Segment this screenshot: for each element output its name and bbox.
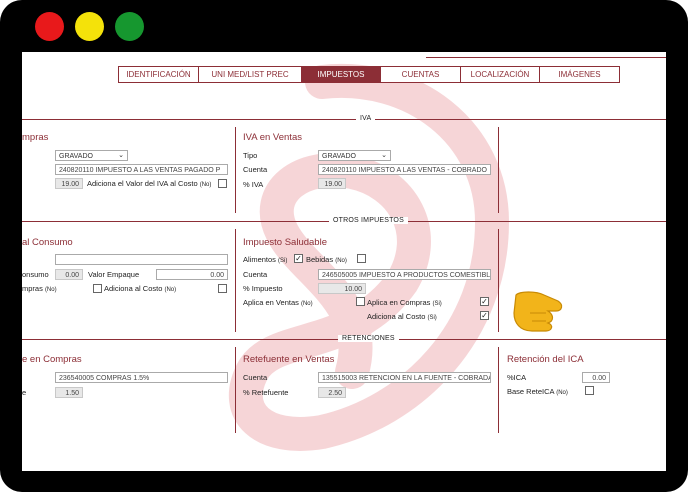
iva-compras-title: mpras [22, 132, 49, 143]
aplica-compras-suffix: (Si) [432, 301, 442, 307]
saludable-cuenta-label: Cuenta [243, 270, 268, 279]
base-reteica-text: Base ReteICA [507, 387, 555, 396]
saludable-pct-input: 10.00 [318, 283, 366, 294]
tab-cuentas[interactable]: CUENTAS [381, 67, 461, 82]
top-rule [426, 57, 666, 58]
aplica-compras-label: Aplica en Compras (Si) [367, 298, 442, 307]
iva-ventas-pct-input: 19.00 [318, 178, 346, 189]
ret-ventas-pct-label: % Retefuente [243, 388, 289, 397]
ica-label: %ICA [507, 373, 527, 382]
consumo-adiciona-text: Adiciona al Costo [104, 284, 163, 293]
base-reteica-suffix: (No) [556, 390, 568, 396]
ica-input[interactable]: 0.00 [582, 372, 610, 383]
iva-ventas-cuenta-input[interactable]: 240820110 IMPUESTO A LAS VENTAS - COBRAD… [318, 164, 491, 175]
iva-divider-2 [498, 127, 499, 213]
iva-ventas-tipo-select[interactable]: GRAVADO ⌄ [318, 150, 391, 161]
iva-ventas-tipo-value: GRAVADO [322, 153, 356, 160]
consumo-compras-label: mpras (No) [22, 284, 57, 293]
consumo-compras-suffix: (No) [44, 287, 57, 293]
tab-impuestos[interactable]: IMPUESTOS [302, 67, 381, 82]
alimentos-text: Alimentos [243, 255, 276, 264]
iva-compras-adiciona-checkbox[interactable] [218, 179, 227, 188]
tab-identificacion[interactable]: IDENTIFICACIÓN [119, 67, 199, 82]
aplica-compras-text: Aplica en Compras [367, 298, 431, 307]
iva-compras-tipo-select[interactable]: GRAVADO ⌄ [55, 150, 128, 161]
aplica-compras-checkbox[interactable]: ✓ [480, 297, 489, 306]
alimentos-checkbox[interactable]: ✓ [294, 254, 303, 263]
minimize-dot[interactable] [75, 12, 104, 41]
base-reteica-label: Base ReteICA (No) [507, 387, 568, 396]
iva-ventas-tipo-label: Tipo [243, 151, 258, 160]
ret-compras-cuenta-input[interactable]: 236540005 COMPRAS 1.5% [55, 372, 228, 383]
app-screen: IDENTIFICACIÓN UNI MED/LIST PREC IMPUEST… [22, 52, 666, 471]
saludable-adiciona-checkbox[interactable]: ✓ [480, 311, 489, 320]
iva-ventas-pct-label: % IVA [243, 180, 264, 189]
device-frame: IDENTIFICACIÓN UNI MED/LIST PREC IMPUEST… [0, 0, 688, 492]
ret-divider-2 [498, 347, 499, 433]
bebidas-text: Bebidas [306, 255, 334, 264]
consumo-label: onsumo [22, 270, 49, 279]
aplica-ventas-text: Aplica en Ventas [243, 298, 299, 307]
consumo-adiciona-checkbox[interactable] [93, 284, 102, 293]
alimentos-suffix: (Si) [278, 258, 288, 264]
pointing-hand-icon [513, 291, 563, 332]
saludable-title: Impuesto Saludable [243, 237, 327, 248]
iva-ventas-cuenta-label: Cuenta [243, 165, 268, 174]
empaque-label: Valor Empaque [88, 270, 140, 279]
saludable-adiciona-text: Adiciona al Costo [367, 312, 426, 321]
bebidas-checkbox[interactable] [357, 254, 366, 263]
iva-ventas-title: IVA en Ventas [243, 132, 302, 143]
saludable-adiciona-suffix: (Si) [427, 315, 437, 321]
iva-divider-1 [235, 127, 236, 213]
iva-compras-adiciona-suffix: (No) [199, 182, 212, 188]
consumo-blank-input[interactable] [55, 254, 228, 265]
tab-bar: IDENTIFICACIÓN UNI MED/LIST PREC IMPUEST… [118, 66, 620, 83]
saludable-cuenta-input[interactable]: 246505005 IMPUESTO A PRODUCTOS COMESTIBL… [318, 269, 491, 280]
retenciones-section-label: RETENCIONES [338, 335, 399, 342]
bebidas-suffix: (No) [335, 258, 347, 264]
ret-ventas-cuenta-input[interactable]: 135515003 RETENCION EN LA FUENTE - COBRA… [318, 372, 491, 383]
close-dot[interactable] [35, 12, 64, 41]
maximize-dot[interactable] [115, 12, 144, 41]
iva-section-label: IVA [356, 115, 376, 122]
ret-ventas-pct-input: 2.50 [318, 387, 346, 398]
base-reteica-checkbox[interactable] [585, 386, 594, 395]
saludable-adiciona-label: Adiciona al Costo (Si) [367, 312, 437, 321]
tab-uni-med-list-prec[interactable]: UNI MED/LIST PREC [199, 67, 302, 82]
aplica-ventas-checkbox[interactable] [356, 297, 365, 306]
empaque-input[interactable]: 0.00 [156, 269, 228, 280]
ret-ventas-cuenta-label: Cuenta [243, 373, 268, 382]
ret-ica-title: Retención del ICA [507, 354, 584, 365]
consumo-extra-checkbox[interactable] [218, 284, 227, 293]
ret-compras-title: e en Compras [22, 354, 82, 365]
saludable-pct-label: % Impuesto [243, 284, 283, 293]
iva-compras-adiciona-text: Adiciona el Valor del IVA al Costo [87, 179, 198, 188]
ret-compras-pct-input: 1.50 [55, 387, 83, 398]
ret-compras-pct-label: e [22, 388, 27, 397]
aplica-ventas-suffix: (No) [300, 301, 313, 307]
iva-compras-pct-input: 19.00 [55, 178, 83, 189]
bebidas-label: Bebidas (No) [306, 255, 347, 264]
iva-compras-adiciona-label: Adiciona el Valor del IVA al Costo (No) [87, 179, 211, 188]
aplica-ventas-label: Aplica en Ventas (No) [243, 298, 313, 307]
consumo-adiciona-suffix: (No) [164, 287, 177, 293]
tab-localizacion[interactable]: LOCALIZACIÓN [461, 67, 540, 82]
consumo-value-input: 0.00 [55, 269, 83, 280]
iva-compras-tipo-value: GRAVADO [59, 153, 93, 160]
consumo-title: al Consumo [22, 237, 73, 248]
alimentos-label: Alimentos (Si) [243, 255, 287, 264]
otros-section-label: OTROS IMPUESTOS [329, 217, 408, 224]
tab-imagenes[interactable]: IMÁGENES [540, 67, 619, 82]
consumo-compras-text: mpras [22, 284, 43, 293]
otros-divider-2 [498, 229, 499, 332]
ret-divider-1 [235, 347, 236, 433]
iva-rule [22, 119, 666, 120]
otros-divider-1 [235, 229, 236, 332]
ret-ventas-title: Retefuente en Ventas [243, 354, 335, 365]
chevron-down-icon: ⌄ [381, 152, 387, 159]
chevron-down-icon: ⌄ [118, 152, 124, 159]
iva-compras-cuenta-input[interactable]: 240820110 IMPUESTO A LAS VENTAS PAGADO P [55, 164, 228, 175]
consumo-adiciona-label: Adiciona al Costo (No) [104, 284, 176, 293]
